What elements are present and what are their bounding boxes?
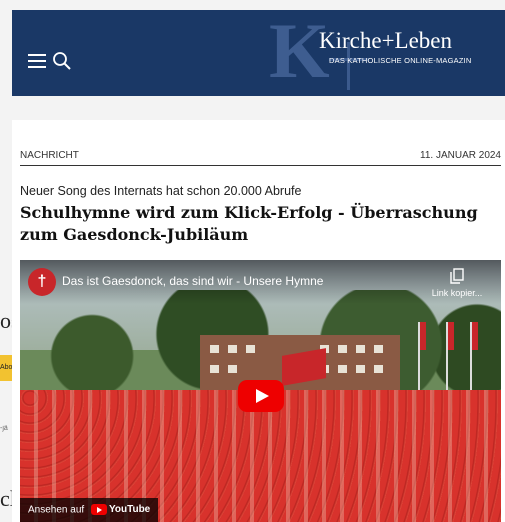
article-headline: Schulhymne wird zum Klick-Erfolg - Überr… xyxy=(20,203,478,244)
youtube-play-icon xyxy=(90,503,107,515)
background-page-button-fragment: Abo xyxy=(0,355,12,381)
copy-link-button[interactable]: Link kopier... xyxy=(427,268,487,298)
youtube-logo: YouTube xyxy=(90,498,151,522)
copy-link-label: Link kopier... xyxy=(431,288,483,298)
youtube-wordmark: YouTube xyxy=(108,504,151,515)
article-card: NACHRICHT 11. JANUAR 2024 Neuer Song des… xyxy=(12,120,505,522)
background-page-bottom-fragment: cl xyxy=(0,486,12,511)
site-header: K Kirche+Leben DAS KATHOLISCHE ONLINE-MA… xyxy=(12,7,505,96)
video-title[interactable]: Das ist Gaesdonck, das sind wir - Unsere… xyxy=(62,274,323,288)
article-kicker: Neuer Song des Internats hat schon 20.00… xyxy=(20,184,302,198)
hamburger-menu-icon[interactable] xyxy=(28,54,46,68)
youtube-embed[interactable]: † Das ist Gaesdonck, das sind wir - Unse… xyxy=(20,260,501,522)
video-thumbnail-flagpole xyxy=(470,322,478,392)
logo-title: Kirche+Leben xyxy=(319,28,453,53)
article-category[interactable]: NACHRICHT xyxy=(20,150,79,161)
copy-icon xyxy=(450,268,464,284)
play-button[interactable] xyxy=(238,380,284,412)
logo-subtitle: DAS KATHOLISCHE ONLINE-MAGAZIN xyxy=(329,56,472,65)
article-date: 11. JANUAR 2024 xyxy=(420,150,501,161)
search-icon[interactable] xyxy=(52,51,72,71)
watch-on-label: Ansehen auf xyxy=(28,504,85,516)
article-meta: NACHRICHT 11. JANUAR 2024 xyxy=(20,150,501,166)
video-thumbnail-flagpole xyxy=(418,322,426,392)
video-thumbnail-flagpole xyxy=(446,322,454,392)
watch-on-youtube-button[interactable]: Ansehen auf YouTube xyxy=(20,498,159,522)
channel-avatar[interactable]: † xyxy=(28,268,56,296)
site-logo[interactable]: K Kirche+Leben DAS KATHOLISCHE ONLINE-MA… xyxy=(269,7,501,94)
